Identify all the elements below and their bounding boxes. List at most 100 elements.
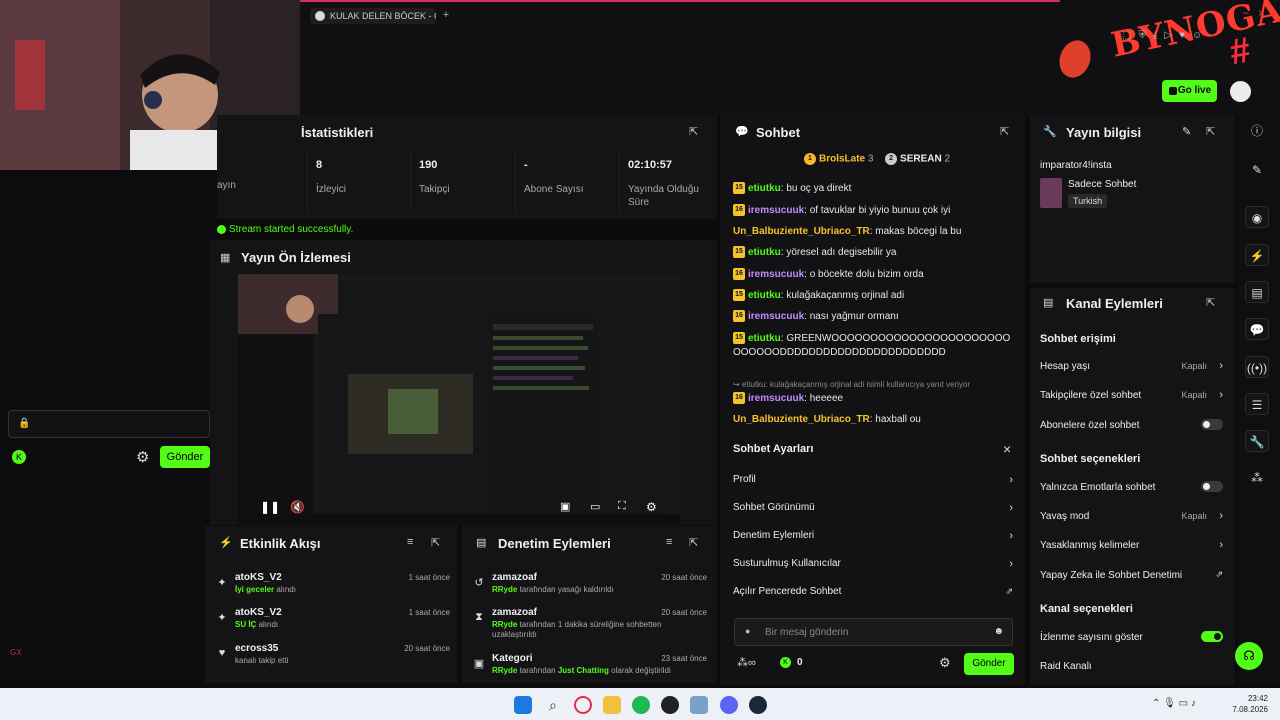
wrench-icon[interactable]: 🔧	[1245, 430, 1269, 452]
search-icon[interactable]: ⌕	[544, 696, 562, 714]
expand-icon[interactable]: ⇱	[689, 537, 701, 549]
moderated-user[interactable]: zamazoaf	[492, 572, 537, 583]
locked-chat-input[interactable]: 🔒	[8, 410, 210, 438]
row-show-view-count: İzlenme sayısını göster	[1040, 631, 1225, 643]
support-icon[interactable]: ☊	[1235, 642, 1263, 670]
gear-icon[interactable]: ⚙	[136, 448, 149, 466]
settings-row-popout-chat[interactable]: Açılır Pencerede Sohbet ⇗	[733, 586, 1015, 600]
emotes-icon[interactable]: ⁂	[1245, 467, 1269, 489]
row-account-age[interactable]: Hesap yaşı Kapalı ›	[1040, 360, 1225, 372]
expand-icon[interactable]: ⇱	[1000, 126, 1012, 138]
preview-video[interactable]: ❚❚ 🔇 ▣ ▭ ⛶ ⚙	[238, 274, 681, 524]
chat-icon[interactable]: 💬	[1245, 318, 1269, 340]
go-live-button[interactable]: Go live	[1162, 80, 1217, 102]
camera-icon[interactable]: ◉	[1245, 206, 1269, 228]
list-icon[interactable]: ☰	[1245, 393, 1269, 415]
play-icon[interactable]: ▷	[1164, 30, 1172, 41]
kick-icon[interactable]: K	[12, 450, 26, 464]
moderated-user[interactable]: Kategori	[492, 653, 533, 664]
go-live-label: Go live	[1177, 85, 1212, 96]
filter-icon[interactable]: ≡	[407, 536, 413, 548]
chat-username[interactable]: etiutku	[748, 183, 781, 194]
stat-viewers: 8 İzleyici	[307, 151, 407, 211]
browser-tab[interactable]: KULAK DELEN BÖCEK - Go	[310, 8, 436, 24]
chat-settings-gear-icon[interactable]: ⚙	[939, 655, 951, 671]
row-banned-words[interactable]: Yasaklanmış kelimeler ›	[1040, 539, 1225, 551]
emote-only-toggle[interactable]	[1201, 481, 1223, 492]
expand-icon[interactable]: ⇱	[431, 537, 443, 549]
feed-user[interactable]: atoKS_V2	[235, 607, 282, 618]
pause-icon[interactable]: ❚❚	[260, 500, 280, 514]
reply-note: ↪ etiutku: kulağakaçanmış orjinal adi is…	[733, 380, 971, 389]
settings-row-appearance[interactable]: Sohbet Görünümü ›	[733, 502, 1015, 516]
settings-row-muted-users[interactable]: Susturulmuş Kullanıcılar ›	[733, 558, 1015, 572]
chat-username[interactable]: etiutku	[748, 290, 781, 301]
chat-send-button[interactable]: Gönder	[964, 653, 1014, 675]
settings-icon[interactable]: ⚙	[646, 500, 657, 514]
discord-icon[interactable]	[720, 696, 738, 714]
chat-username[interactable]: iremsucuuk	[748, 205, 804, 216]
chat-username[interactable]: iremsucuuk	[748, 311, 804, 322]
chat-username[interactable]: iremsucuuk	[748, 393, 804, 404]
windows-start-icon[interactable]	[514, 696, 532, 714]
app-icon[interactable]	[690, 696, 708, 714]
stream-title: imparator4!insta	[1040, 160, 1112, 171]
download-icon[interactable]: ⤓	[1153, 30, 1157, 41]
feed-user[interactable]: atoKS_V2	[235, 572, 282, 583]
tray-icons[interactable]: ⌃ 🎙 ▭ ♪	[1152, 698, 1196, 709]
spotify-icon[interactable]	[632, 696, 650, 714]
close-window-icon[interactable]: ×	[1258, 6, 1265, 20]
pip-icon[interactable]: ▣	[560, 500, 570, 513]
close-icon[interactable]: ×	[1003, 441, 1011, 457]
row-label: Raid Kanalı	[1040, 661, 1092, 672]
pencil-icon[interactable]: ✎	[1245, 159, 1269, 181]
new-tab-button[interactable]: +	[440, 8, 452, 22]
row-slow-mode[interactable]: Yavaş mod Kapalı ›	[1040, 510, 1225, 522]
opera-gx-icon[interactable]	[574, 696, 592, 714]
document-icon[interactable]: ▤	[1245, 281, 1269, 303]
row-ai-moderation[interactable]: Yapay Zeka ile Sohbet Denetimi ⇗	[1040, 569, 1225, 581]
moderation-title: Denetim Eylemleri	[498, 536, 611, 551]
chat-message-input[interactable]: ● Bir mesaj gönderin ☻	[734, 618, 1013, 646]
shield-icon[interactable]: ⛨	[1138, 30, 1146, 41]
top-chatter-name[interactable]: SEREAN	[900, 154, 942, 165]
steam-icon[interactable]	[749, 696, 767, 714]
fullscreen-icon[interactable]: ⛶	[618, 500, 626, 513]
bolt-icon[interactable]: ⚡	[1245, 244, 1269, 266]
expand-icon[interactable]: ⇱	[689, 126, 701, 138]
top-chatter-name[interactable]: BrolsLate	[819, 154, 865, 165]
minimize-icon[interactable]: −	[1242, 6, 1249, 20]
subscribers-only-toggle[interactable]	[1201, 419, 1223, 430]
view-count-toggle[interactable]	[1201, 631, 1223, 642]
theater-icon[interactable]: ▭	[590, 500, 600, 513]
clock[interactable]: 23:42 7.08.2026	[1232, 693, 1268, 715]
row-followers-only[interactable]: Takipçilere özel sohbet Kapalı ›	[1040, 389, 1225, 401]
settings-row-profile[interactable]: Profil ›	[733, 474, 1015, 488]
chat-username[interactable]: iremsucuuk	[748, 269, 804, 280]
emote-icon[interactable]: ⁂∞	[737, 656, 756, 669]
expand-icon[interactable]: ⇱	[1206, 126, 1218, 138]
profile-avatar[interactable]	[1230, 81, 1251, 102]
feed-user[interactable]: ecross35	[235, 643, 278, 654]
chat-username[interactable]: etiutku	[748, 333, 781, 344]
category-name[interactable]: Sadece Sohbet	[1068, 179, 1136, 190]
moderated-user[interactable]: zamazoaf	[492, 607, 537, 618]
extension-icon[interactable]: ⬚	[1122, 30, 1131, 41]
chat-username[interactable]: Un_Balbuziente_Ubriaco_TR	[733, 414, 870, 425]
file-explorer-icon[interactable]	[603, 696, 621, 714]
send-button[interactable]: Gönder	[160, 446, 210, 468]
heart-icon[interactable]: ♥	[1179, 30, 1185, 41]
emoji-icon[interactable]: ☻	[993, 626, 1004, 637]
settings-row-moderation[interactable]: Denetim Eylemleri ›	[733, 530, 1015, 544]
broadcast-icon[interactable]: ((•))	[1245, 356, 1269, 378]
filter-icon[interactable]: ≡	[666, 536, 672, 548]
info-icon[interactable]: ⓘ	[1245, 120, 1269, 142]
chat-username[interactable]: Un_Balbuziente_Ubriaco_TR	[733, 226, 870, 237]
app-icon[interactable]	[661, 696, 679, 714]
user-icon[interactable]: ☺	[1192, 30, 1202, 41]
row-raid-channel[interactable]: Raid Kanalı	[1040, 661, 1225, 672]
edit-icon[interactable]: ✎	[1182, 125, 1191, 138]
expand-icon[interactable]: ⇱	[1206, 297, 1218, 309]
mute-icon[interactable]: 🔇	[290, 500, 305, 514]
chat-username[interactable]: etiutku	[748, 247, 781, 258]
